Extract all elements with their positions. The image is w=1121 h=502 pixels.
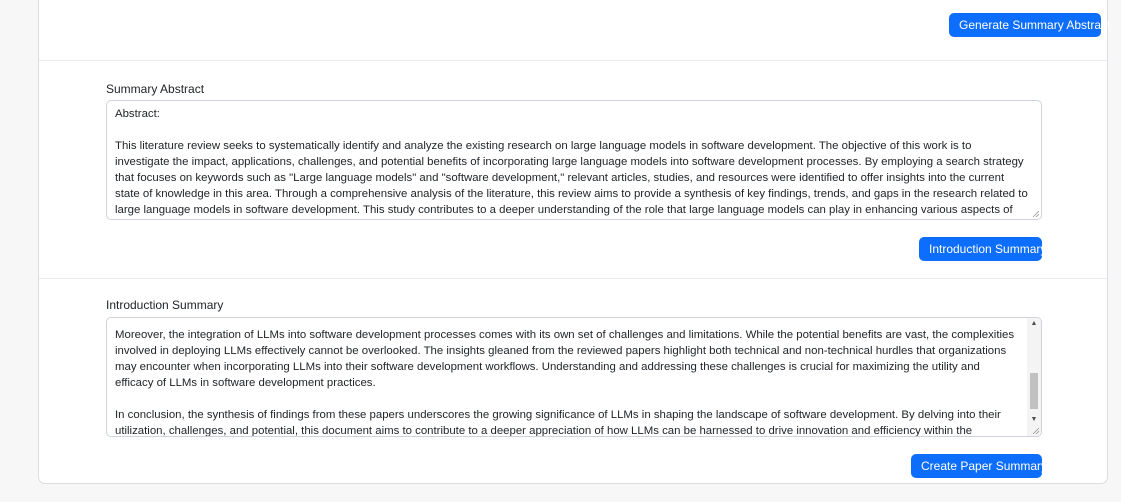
introduction-summary-label: Introduction Summary: [106, 298, 224, 312]
introduction-summary-text: Moreover, the integration of LLMs into s…: [115, 329, 1015, 437]
scrollbar-thumb[interactable]: [1030, 373, 1038, 410]
create-paper-summary-button[interactable]: Create Paper Summary: [911, 454, 1047, 478]
clipped-previous-line: [115, 318, 1017, 327]
scroll-down-arrow-icon[interactable]: ▼: [1030, 416, 1038, 424]
summary-abstract-textarea[interactable]: Abstract: This literature review seeks t…: [106, 100, 1042, 220]
scroll-up-arrow-icon[interactable]: ▲: [1030, 320, 1038, 328]
resize-handle-icon[interactable]: [1032, 427, 1039, 434]
resize-handle-icon[interactable]: [1032, 210, 1039, 217]
textarea-scrollbar[interactable]: ▲ ▼: [1027, 318, 1041, 436]
summary-abstract-text: Abstract: This literature review seeks t…: [115, 108, 1028, 216]
section-divider: [39, 278, 1107, 279]
summary-card: Generate Summary Abstract Summary Abstra…: [38, 0, 1110, 484]
summary-abstract-label: Summary Abstract: [106, 82, 205, 96]
introduction-summary-button[interactable]: Introduction Summary: [919, 237, 1046, 261]
introduction-summary-textarea[interactable]: Moreover, the integration of LLMs into s…: [106, 317, 1042, 437]
section-divider: [39, 60, 1107, 61]
generate-summary-abstract-button[interactable]: Generate Summary Abstract: [949, 13, 1110, 37]
